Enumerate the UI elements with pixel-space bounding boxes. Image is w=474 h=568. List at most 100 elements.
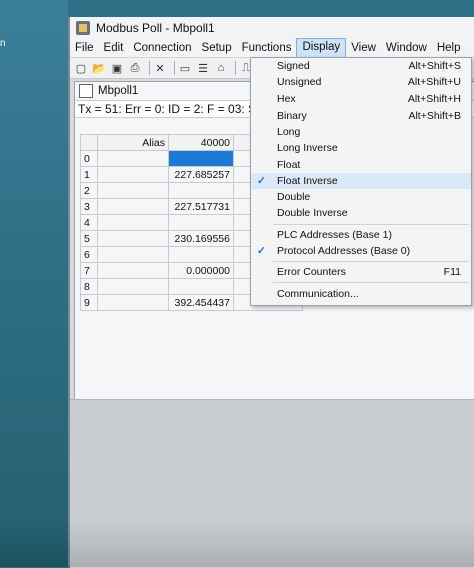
toolbar-separator [149,61,150,75]
window-title: Modbus Poll - Mbpoll1 [96,21,215,35]
value-cell[interactable] [168,246,234,263]
menu-item-float-inverse[interactable]: ✓ Float Inverse [251,173,471,189]
menu-bar: File Edit Connection Setup Functions Dis… [70,38,474,58]
cut-icon[interactable]: ✕ [153,61,167,75]
menu-item-shortcut: Alt+Shift+S [408,60,461,72]
row-number: 0 [80,150,98,167]
menu-separator [273,261,469,262]
menu-item-label: Protocol Addresses (Base 0) [277,245,411,257]
check-icon: ✓ [257,245,266,257]
value-cell[interactable] [168,150,234,167]
menu-item-long[interactable]: Long [251,124,471,140]
menu-item-label: Double Inverse [277,207,348,219]
menu-item-double-inverse[interactable]: Double Inverse [251,205,471,221]
value-cell[interactable]: 227.685257 [168,166,234,183]
row-number: 8 [80,278,98,295]
save-icon[interactable]: ▣ [110,61,124,75]
row-number: 3 [80,198,98,215]
menu-item-communication[interactable]: Communication... [251,286,471,302]
value-cell[interactable]: 392.454437 [168,294,234,311]
read-icon[interactable]: ☰ [196,61,210,75]
menu-separator [273,224,469,225]
menu-item-shortcut: Alt+Shift+U [407,76,461,88]
alias-cell[interactable] [97,214,169,231]
window-icon[interactable]: ▭ [178,61,192,75]
menu-item-protocol-addresses[interactable]: ✓ Protocol Addresses (Base 0) [251,243,471,259]
menu-item-label: PLC Addresses (Base 1) [277,229,392,241]
alias-cell[interactable] [97,182,169,199]
value-cell[interactable]: 227.517731 [168,198,234,215]
value-cell[interactable] [168,278,234,295]
document-icon [79,84,93,98]
value-cell[interactable] [168,214,234,231]
alias-cell[interactable] [97,262,169,279]
value-cell[interactable]: 0.000000 [168,262,234,279]
display-menu-dropdown: Signed Alt+Shift+S Unsigned Alt+Shift+U … [250,57,472,306]
alias-cell[interactable] [97,246,169,263]
menu-item-label: Float Inverse [277,175,338,187]
menu-item-label: Long Inverse [277,142,338,154]
menu-item-shortcut: F11 [443,266,461,278]
menu-item-hex[interactable]: Hex Alt+Shift+H [251,91,471,107]
write-icon[interactable]: ⌂ [214,61,228,75]
row-number: 4 [80,214,98,231]
menu-item-double[interactable]: Double [251,189,471,205]
value-cell[interactable]: 230.169556 [168,230,234,247]
desktop-mark: n [0,38,6,49]
menu-functions[interactable]: Functions [237,39,297,57]
alias-cell[interactable] [97,150,169,167]
row-number: 5 [80,230,98,247]
menu-item-label: Unsigned [277,76,322,88]
title-bar: Modbus Poll - Mbpoll1 [70,17,474,39]
alias-cell[interactable] [97,166,169,183]
menu-item-label: Double [277,191,311,203]
row-number: 1 [80,166,98,183]
alias-cell[interactable] [97,278,169,295]
menu-view[interactable]: View [346,39,381,57]
menu-setup[interactable]: Setup [197,39,237,57]
toolbar-separator [235,61,236,75]
row-number: 2 [80,182,98,199]
menu-item-label: Communication... [277,288,359,300]
menu-item-error-counters[interactable]: Error Counters F11 [251,264,471,280]
menu-item-shortcut: Alt+Shift+B [408,110,461,122]
menu-connection[interactable]: Connection [128,39,196,57]
toolbar-separator [174,61,175,75]
row-number: 9 [80,294,98,311]
menu-item-label: Error Counters [277,266,346,278]
grid-header-alias[interactable]: Alias [97,134,169,151]
row-number: 7 [80,262,98,279]
print-icon[interactable]: ⎙ [128,61,142,75]
menu-item-long-inverse[interactable]: Long Inverse [251,140,471,156]
menu-item-label: Hex [277,93,296,105]
value-cell[interactable] [168,182,234,199]
photo-shadow [0,520,474,567]
open-icon[interactable]: 📂 [92,61,106,75]
grid-header-num [80,134,98,151]
alias-cell[interactable] [97,198,169,215]
menu-edit[interactable]: Edit [99,39,129,57]
menu-help[interactable]: Help [432,39,466,57]
menu-item-float[interactable]: Float [251,157,471,173]
app-icon [76,21,90,35]
new-icon[interactable]: ▢ [74,61,88,75]
menu-item-binary[interactable]: Binary Alt+Shift+B [251,108,471,124]
menu-separator [273,282,469,283]
menu-window[interactable]: Window [381,39,432,57]
menu-display[interactable]: Display [296,38,347,58]
menu-file[interactable]: File [70,39,99,57]
check-icon: ✓ [257,175,266,187]
menu-item-unsigned[interactable]: Unsigned Alt+Shift+U [251,74,471,90]
document-title: Mbpoll1 [98,85,139,97]
grid-header-address[interactable]: 40000 [168,134,234,151]
menu-item-signed[interactable]: Signed Alt+Shift+S [251,58,471,74]
menu-item-label: Long [277,126,301,138]
menu-item-label: Signed [277,60,310,72]
desktop-left-strip: n [0,0,68,567]
alias-cell[interactable] [97,294,169,311]
alias-cell[interactable] [97,230,169,247]
row-number: 6 [80,246,98,263]
menu-item-label: Float [277,159,301,171]
menu-item-label: Binary [277,110,307,122]
menu-item-plc-addresses[interactable]: PLC Addresses (Base 1) [251,227,471,243]
